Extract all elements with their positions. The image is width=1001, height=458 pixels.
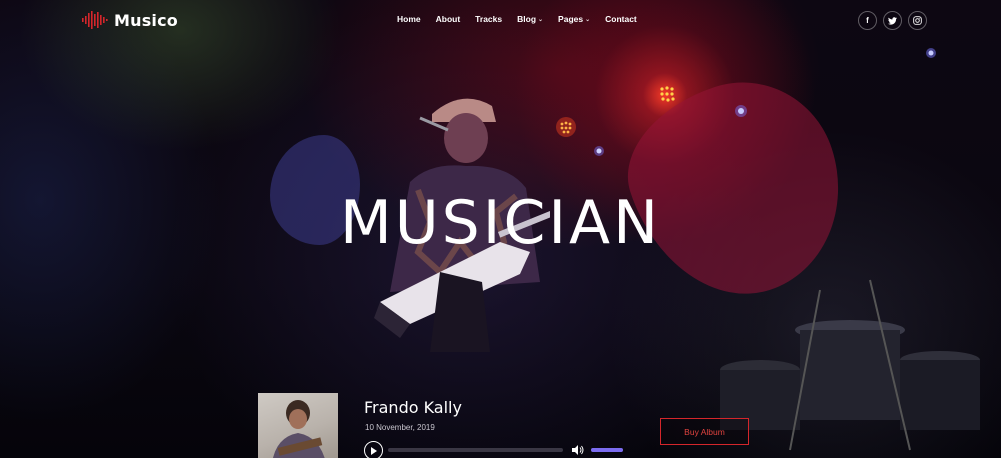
facebook-icon[interactable]: f xyxy=(858,11,877,30)
play-button[interactable] xyxy=(364,441,383,458)
sound-wave-icon xyxy=(82,11,108,29)
nav-item-contact[interactable]: Contact xyxy=(605,14,637,24)
nav-label: Tracks xyxy=(475,14,503,24)
brand-logo[interactable]: Musico xyxy=(82,9,178,31)
chevron-down-icon: ⌄ xyxy=(538,16,544,23)
buy-album-button[interactable]: Buy Album xyxy=(660,418,749,445)
site-header: Musico Home About Tracks Blog ⌄ Pages ⌄ Co… xyxy=(0,0,1001,40)
stage-light-icon xyxy=(735,105,747,117)
nav-label: Pages xyxy=(558,14,584,24)
play-icon xyxy=(371,446,377,455)
nav-item-about[interactable]: About xyxy=(436,14,461,24)
instagram-icon[interactable] xyxy=(908,11,927,30)
nav-label: Contact xyxy=(605,14,637,24)
stage-light-icon xyxy=(660,86,675,102)
stage-light-icon xyxy=(594,146,604,156)
volume-icon[interactable] xyxy=(572,444,584,456)
nav-item-tracks[interactable]: Tracks xyxy=(475,14,502,24)
volume-slider[interactable] xyxy=(591,448,623,452)
album-cover xyxy=(258,393,338,458)
nav-label: Home xyxy=(397,14,421,24)
nav-label: About xyxy=(435,14,461,24)
social-links: f xyxy=(858,11,927,30)
stage-light-icon xyxy=(926,48,936,58)
track-date: 10 November, 2019 xyxy=(365,423,435,432)
nav-item-pages[interactable]: Pages ⌄ xyxy=(558,14,590,24)
hero-title: MUSICIAN xyxy=(340,188,661,258)
track-title: Frando Kally xyxy=(364,398,462,417)
nav-item-home[interactable]: Home xyxy=(397,14,421,24)
brand-name: Musico xyxy=(114,10,178,30)
main-nav: Home About Tracks Blog ⌄ Pages ⌄ Contact xyxy=(397,14,652,24)
progress-slider[interactable] xyxy=(388,448,563,452)
nav-label: Blog xyxy=(517,14,537,24)
twitter-icon[interactable] xyxy=(883,11,902,30)
chevron-down-icon: ⌄ xyxy=(585,16,591,23)
stage-light-icon xyxy=(556,117,576,137)
nav-item-blog[interactable]: Blog ⌄ xyxy=(517,14,543,24)
volume-fill xyxy=(591,448,623,452)
